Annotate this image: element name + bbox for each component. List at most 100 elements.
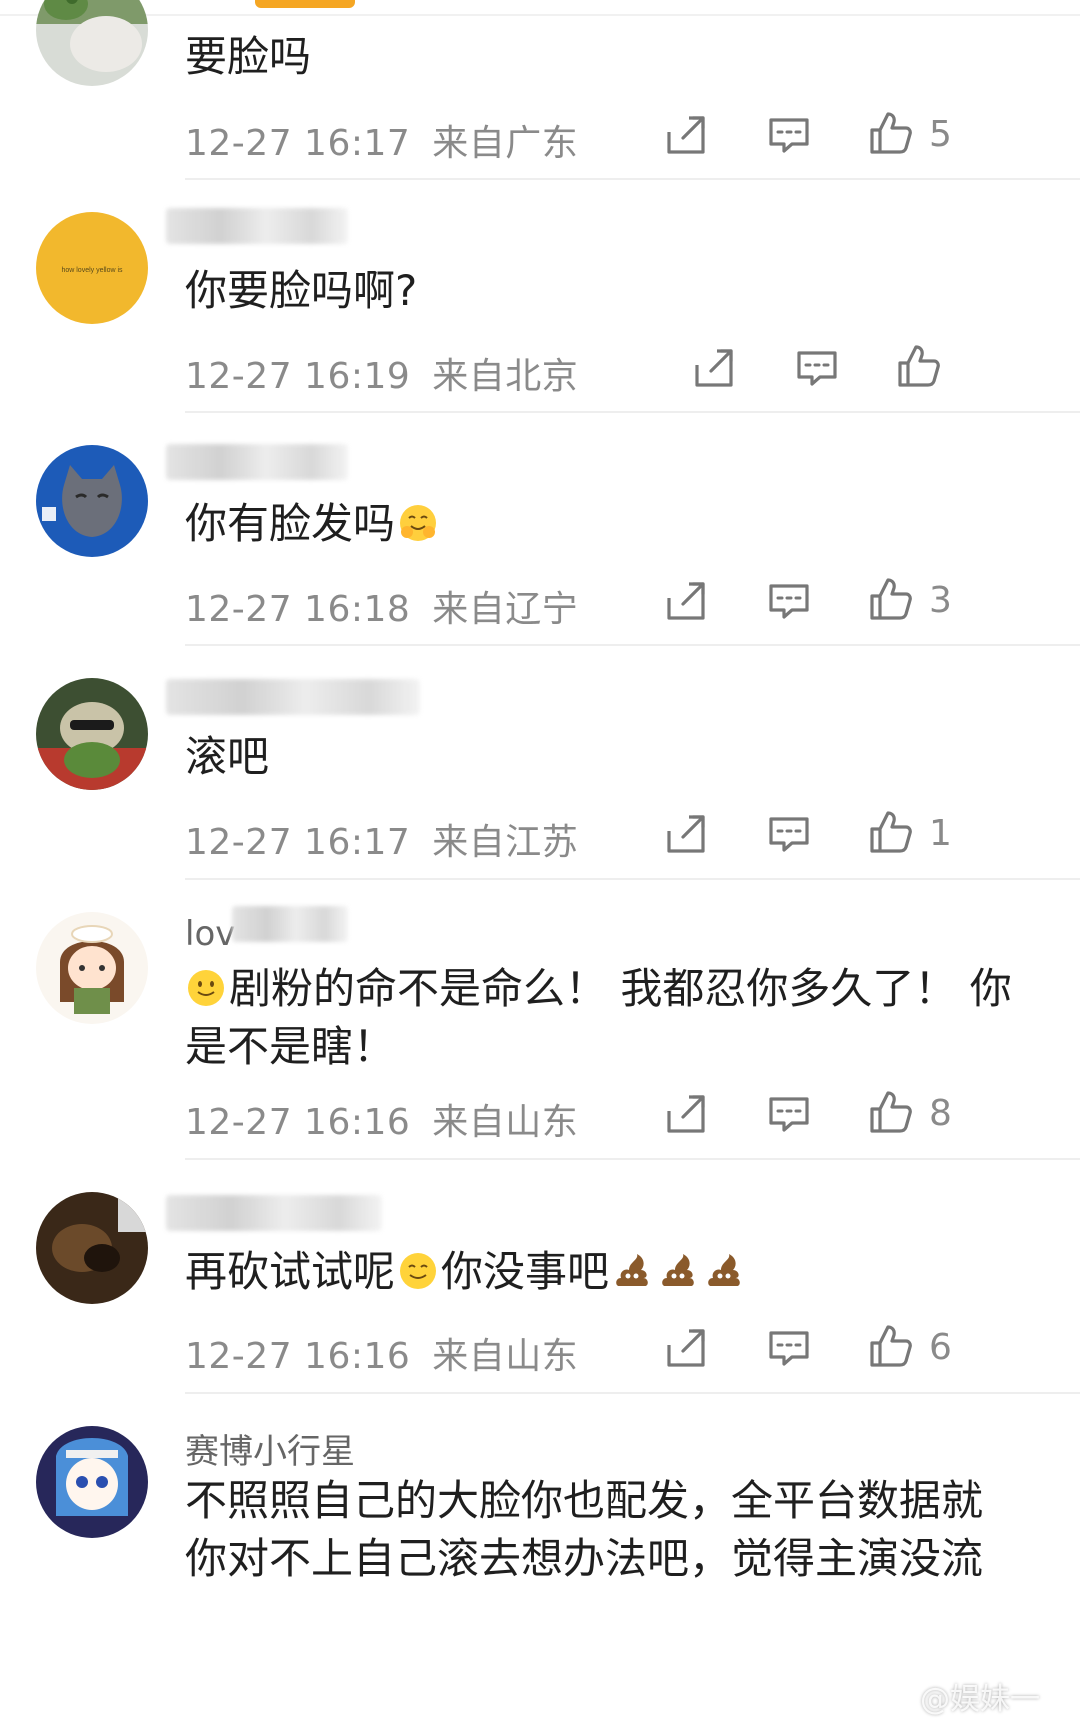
share-button[interactable] xyxy=(663,811,709,857)
comment-text: 剧粉的命不是命么！ 我都忍你多久了！ 你 是不是瞎！ xyxy=(185,964,1012,1071)
thumbs-up-icon xyxy=(898,345,940,387)
like-count: 5 xyxy=(929,114,952,155)
share-button[interactable] xyxy=(663,112,709,158)
comment-meta: 12-27 16:16 来自山东 xyxy=(185,1093,578,1145)
comment-button[interactable] xyxy=(766,112,812,158)
like-count: 1 xyxy=(929,813,952,854)
yellow-circle-avatar-icon: how lovely yellow is xyxy=(36,212,148,324)
comment-meta: 12-27 16:17 来自江苏 xyxy=(185,813,578,865)
comment-text: 不照照自己的大脸你也配发，全平台数据就 你对不上自己滚去想办法吧，觉得主演没流 xyxy=(185,1476,984,1583)
share-button[interactable] xyxy=(691,345,737,391)
username-redacted xyxy=(166,1195,382,1231)
avatar[interactable] xyxy=(36,678,148,790)
share-icon xyxy=(667,1095,705,1133)
avatar[interactable] xyxy=(36,0,148,86)
thumbs-up-icon xyxy=(870,112,912,154)
comment-icon xyxy=(769,817,809,852)
avatar[interactable] xyxy=(36,912,148,1024)
gray-cat-avatar-icon xyxy=(36,445,148,557)
comment-location: 来自山东 xyxy=(432,1102,579,1143)
comment-icon xyxy=(769,1097,809,1132)
watermark: @娱妹一 xyxy=(920,1682,1040,1717)
plush-toy-avatar-icon xyxy=(36,678,148,790)
like-button[interactable] xyxy=(868,110,914,156)
like-button[interactable] xyxy=(868,1323,914,1369)
poop-emoji-icon xyxy=(611,1250,653,1292)
comment-time: 12-27 16:18 xyxy=(185,589,411,630)
username-redacted xyxy=(166,208,348,244)
avatar[interactable] xyxy=(36,1426,148,1538)
comment-meta: 12-27 16:19 来自北京 xyxy=(185,347,578,399)
top-divider xyxy=(0,14,1080,16)
comment-text: 你要脸吗啊? xyxy=(185,266,418,315)
comment-button[interactable] xyxy=(794,345,840,391)
username[interactable]: lov xyxy=(185,914,235,954)
comment-location: 来自山东 xyxy=(432,1336,579,1377)
like-count: 6 xyxy=(929,1327,952,1368)
comment-button[interactable] xyxy=(766,1325,812,1371)
comment-time: 12-27 16:16 xyxy=(185,1336,411,1377)
comment-icon xyxy=(769,584,809,619)
comment-button[interactable] xyxy=(766,578,812,624)
share-button[interactable] xyxy=(663,1091,709,1137)
comment-divider xyxy=(185,178,1080,180)
hugging-face-emoji-icon xyxy=(397,502,439,544)
comment-location: 来自辽宁 xyxy=(432,589,579,630)
comment-text: 要脸吗 xyxy=(185,32,312,81)
smiley-emoji-icon xyxy=(185,967,227,1009)
comment-button[interactable] xyxy=(766,811,812,857)
clover-plant-avatar-icon xyxy=(36,0,148,86)
thumbs-up-icon xyxy=(870,1325,912,1367)
poop-emoji-icon xyxy=(657,1250,699,1292)
comment-divider xyxy=(185,878,1080,880)
share-icon xyxy=(667,116,705,154)
comment-time: 12-27 16:19 xyxy=(185,356,411,397)
username-redacted xyxy=(166,444,348,480)
comment-meta: 12-27 16:17 来自广东 xyxy=(185,114,578,166)
like-button[interactable] xyxy=(868,1089,914,1135)
like-count: 8 xyxy=(929,1093,952,1134)
share-icon xyxy=(667,815,705,853)
comment-text: 你有脸发吗 xyxy=(185,495,1045,553)
comment-location: 来自广东 xyxy=(432,123,579,164)
comment-divider xyxy=(185,1158,1080,1160)
comment-text: 滚吧 xyxy=(185,732,270,781)
comment-text: 再砍试试呢 你没事吧 xyxy=(185,1243,1045,1301)
share-button[interactable] xyxy=(663,578,709,624)
comment-divider xyxy=(185,644,1080,646)
like-count: 3 xyxy=(929,580,952,621)
poop-emoji-icon xyxy=(703,1250,745,1292)
thumbs-up-icon xyxy=(870,1091,912,1133)
comment-divider xyxy=(185,411,1080,413)
active-tab-indicator xyxy=(255,0,355,8)
comment-location: 来自江苏 xyxy=(432,822,579,863)
smile-emoji-icon xyxy=(397,1250,439,1292)
share-icon xyxy=(667,1329,705,1367)
like-button[interactable] xyxy=(868,809,914,855)
comment-divider xyxy=(185,1392,1080,1394)
svg-text:how lovely yellow is: how lovely yellow is xyxy=(61,267,123,274)
comment-time: 12-27 16:17 xyxy=(185,822,411,863)
comment-time: 12-27 16:17 xyxy=(185,123,411,164)
like-button[interactable] xyxy=(896,343,942,389)
share-button[interactable] xyxy=(663,1325,709,1371)
share-icon xyxy=(667,582,705,620)
cartoon-girl-avatar-icon xyxy=(36,912,148,1024)
avatar[interactable] xyxy=(36,445,148,557)
avatar[interactable]: how lovely yellow is xyxy=(36,212,148,324)
anime-character-avatar-icon xyxy=(36,1426,148,1538)
comment-icon xyxy=(769,118,809,153)
comment-icon xyxy=(769,1331,809,1366)
username[interactable]: 赛博小行星 xyxy=(185,1424,355,1473)
comment-meta: 12-27 16:16 来自山东 xyxy=(185,1327,578,1379)
share-icon xyxy=(695,349,733,387)
like-button[interactable] xyxy=(868,576,914,622)
comment-location: 来自北京 xyxy=(432,356,579,397)
comment-icon xyxy=(797,351,837,386)
thumbs-up-icon xyxy=(870,811,912,853)
dark-photo-avatar-icon xyxy=(36,1192,148,1304)
comment-button[interactable] xyxy=(766,1091,812,1137)
username-redacted xyxy=(232,906,348,942)
avatar[interactable] xyxy=(36,1192,148,1304)
thumbs-up-icon xyxy=(870,578,912,620)
